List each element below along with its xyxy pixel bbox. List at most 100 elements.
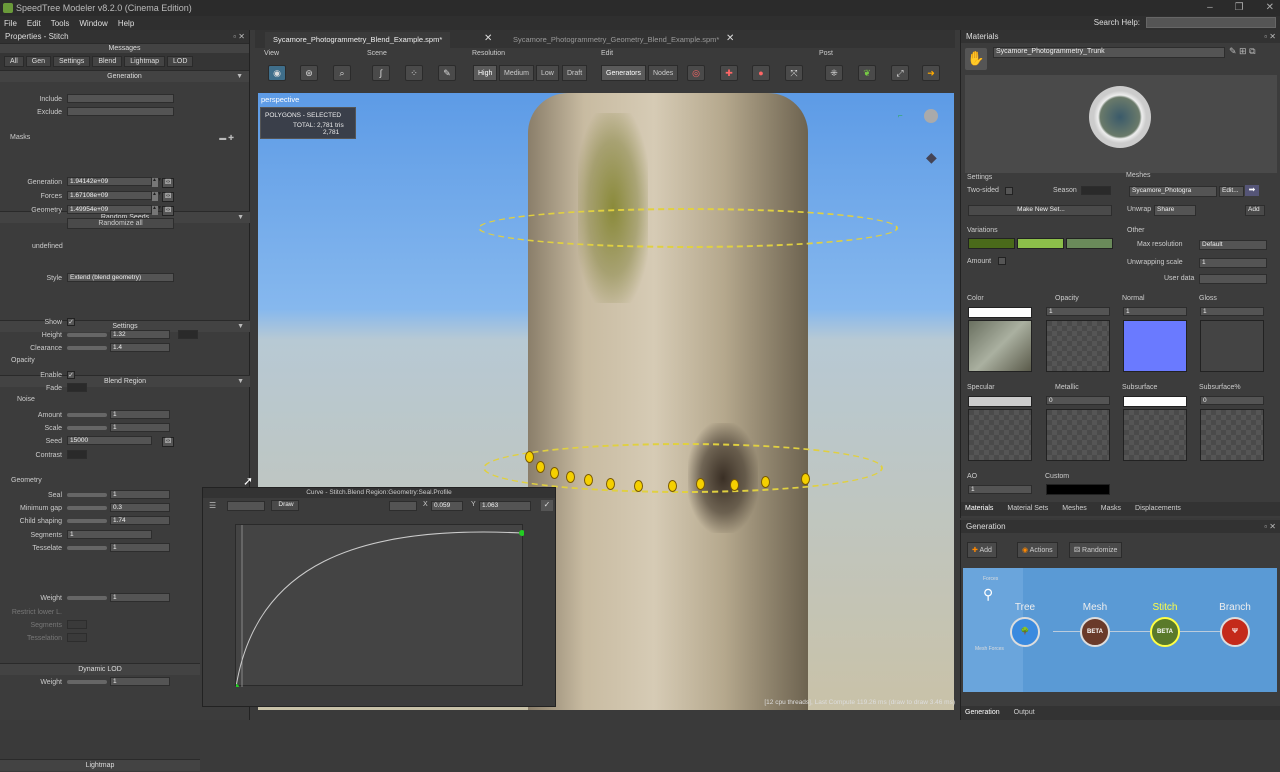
curve-control-point[interactable] [536,461,545,473]
tab-displacements[interactable]: Displacements [1135,502,1181,516]
menu-edit[interactable]: Edit [27,19,41,28]
view-orbit-icon[interactable]: ⊛ [300,65,318,81]
view-zoom-icon[interactable]: ⌕ [333,65,351,81]
scene-curve-icon[interactable]: ∫ [372,65,390,81]
curve-end-point[interactable] [519,530,525,536]
map-gloss-texture[interactable] [1200,320,1264,372]
edit-generators-button[interactable]: Generators [601,65,647,81]
curve-control-point[interactable] [606,478,615,490]
curve-control-point[interactable] [566,471,575,483]
maximize-button[interactable]: ❐ [1235,0,1244,16]
custom-swatch[interactable] [1046,484,1110,495]
generation-graph[interactable]: Forces ⚲ Mesh Forces Tree 🌳 Mesh BETA St… [963,568,1277,692]
amount-field[interactable]: 1 [110,410,170,419]
scene-pen-icon[interactable]: ✎ [438,65,456,81]
spinner-icon[interactable]: ▲▼ [152,178,162,187]
scale-field[interactable]: 1 [110,423,170,432]
two-sided-checkbox[interactable] [1005,187,1013,195]
map-subsurface-texture[interactable] [1123,409,1187,461]
map-subsurface-pct-field[interactable]: 0 [1200,396,1264,405]
mesh-dropdown[interactable]: Sycamore_Photogra [1129,186,1217,197]
scale-slider[interactable] [67,426,107,430]
seed-generation-field[interactable]: 1.94142e+09 [67,177,152,186]
resolution-medium-button[interactable]: Medium [499,65,534,81]
resolution-low-button[interactable]: Low [536,65,559,81]
blend-region-ring-top[interactable] [478,208,898,248]
dice-icon[interactable]: ⚄ [162,206,174,216]
seed-geometry-field[interactable]: 1.49954e+09 [67,205,152,214]
curve-control-point[interactable] [634,480,643,492]
exclude-field[interactable] [67,107,174,116]
dice-icon[interactable]: ⚄ [162,437,174,447]
view-globe-icon[interactable]: ◉ [268,65,286,81]
minimize-button[interactable]: – [1207,0,1213,16]
tab-lightmap[interactable]: Lightmap [124,56,166,67]
collapse-icon[interactable]: ▼ [236,71,243,83]
apply-check-icon[interactable]: ✓ [541,500,553,511]
clearance-field[interactable]: 1.4 [110,343,170,352]
curve-graph[interactable] [233,524,525,690]
map-subsurface-pct-texture[interactable] [1200,409,1264,461]
tab-settings[interactable]: Settings [53,56,91,67]
spinner-icon[interactable]: ▲▼ [152,206,162,215]
minimum-gap-field[interactable]: 0.3 [110,503,170,512]
dice-icon[interactable]: ⚄ [162,192,174,202]
lod-tesselation-swatch[interactable] [67,633,87,642]
minimum-gap-slider[interactable] [67,506,107,510]
edit-transform-icon[interactable]: ⤧ [785,65,803,81]
curve-control-point[interactable] [550,467,559,479]
unwrapping-scale-field[interactable]: 1 [1199,258,1267,268]
curve-control-point[interactable] [730,479,739,491]
panel-close-icon[interactable]: ▫ ✕ [1264,520,1276,533]
tab-blend[interactable]: Blend [92,56,123,67]
close-tab-icon[interactable]: ✕ [484,33,492,44]
seal-field[interactable]: 1 [110,490,170,499]
add-button[interactable]: ✚ Add [967,542,997,558]
map-normal-texture[interactable] [1123,320,1187,372]
show-checkbox[interactable]: ✓ [67,318,75,326]
panel-close-icon[interactable]: ▫ ✕ [1264,30,1276,43]
tab-masks[interactable]: Masks [1101,502,1121,516]
mesh-edit-button[interactable]: Edit... [1219,186,1244,197]
tab-generation[interactable]: Generation [965,706,1000,720]
curve-start-point[interactable] [233,684,239,690]
menu-window[interactable]: Window [79,19,107,28]
curve-control-point[interactable] [696,478,705,490]
tab-output[interactable]: Output [1014,706,1035,720]
tab-all[interactable]: All [4,56,24,67]
post-export-icon[interactable]: ⤢ [891,65,909,81]
seed-forces-field[interactable]: 1.67108e+09 [67,191,152,200]
max-resolution-dropdown[interactable]: Default [1199,240,1267,250]
lightmap-weight-slider[interactable] [67,680,107,684]
messages-header[interactable]: Messages [0,43,249,53]
map-metallic-field[interactable]: 0 [1046,396,1110,405]
enable-checkbox[interactable]: ✓ [67,371,75,379]
clearance-slider[interactable] [67,346,107,350]
post-nodes-icon[interactable]: ⁜ [825,65,843,81]
section-dynamic-lod[interactable]: Dynamic LOD [0,663,200,675]
node-branch[interactable]: Ψ [1220,617,1250,647]
dice-icon[interactable]: ⚄ [162,178,174,188]
curve-menu-icon[interactable]: ☰ [209,501,216,510]
menu-file[interactable]: File [4,19,17,28]
lod-segments-swatch[interactable] [67,620,87,629]
post-leaf-icon[interactable]: ❦ [858,65,876,81]
mesh-arrow-icon[interactable]: ➡ [1245,185,1259,196]
masks-add-icon[interactable]: ▬ ✚ [219,134,234,142]
curve-control-point[interactable] [584,474,593,486]
map-specular-texture[interactable] [968,409,1032,461]
edit-target-icon[interactable]: ◎ [687,65,705,81]
map-subsurface-field[interactable] [1123,396,1187,407]
randomize-all-button[interactable]: Randomize all [67,218,174,229]
fade-curve-swatch[interactable] [67,383,87,392]
x-value-field[interactable]: 0.059 [431,501,463,511]
close-button[interactable]: ✕ [1266,0,1274,16]
resolution-draft-button[interactable]: Draft [562,65,588,81]
lightmap-weight-field[interactable]: 1 [110,677,170,686]
curve-tangent-dropdown[interactable] [389,501,417,511]
include-field[interactable] [67,94,174,103]
node-stitch[interactable]: BETA [1150,617,1180,647]
tab-lod[interactable]: LOD [167,56,194,67]
document-tab-inactive[interactable]: Sycamore_Photogrammetry_Geometry_Blend_E… [505,32,727,48]
seal-slider[interactable] [67,493,107,497]
